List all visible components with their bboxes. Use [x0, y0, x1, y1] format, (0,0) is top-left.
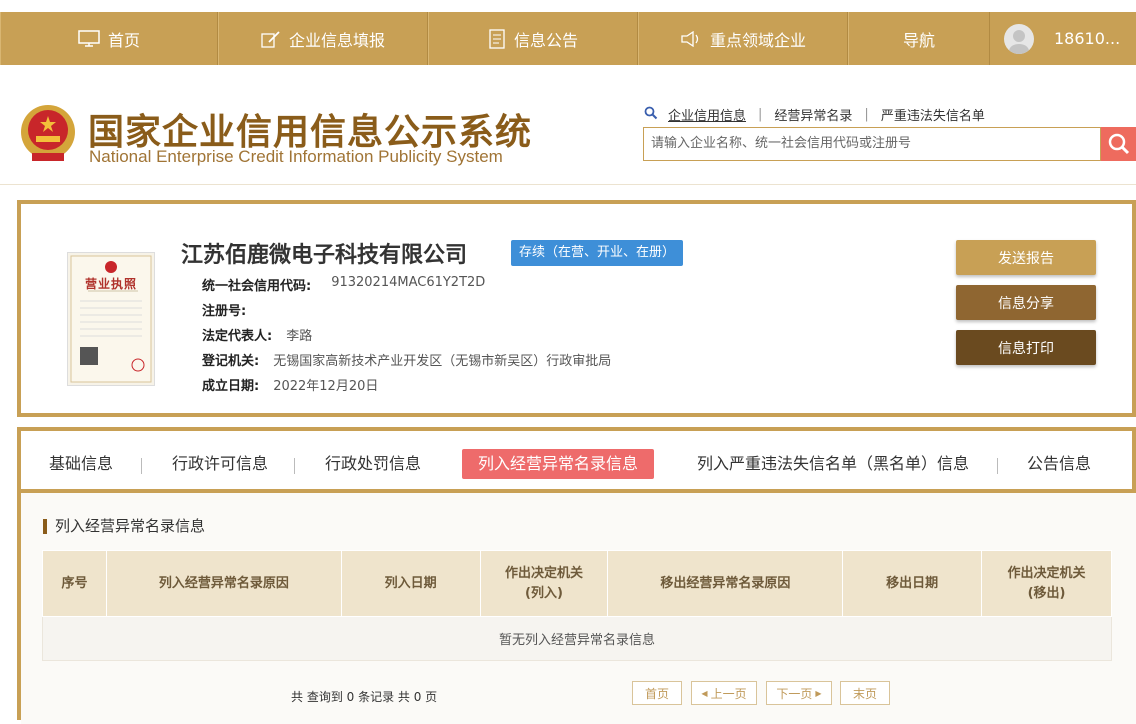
nav-enterprise-report-label: 企业信息填报 — [288, 30, 385, 50]
empty-table-message: 暂无列入经营异常名录信息 — [42, 616, 1112, 661]
abnormal-list-section: 列入经营异常名录信息 序号 列入经营异常名录原因 列入日期 作出决定机关 (列入… — [21, 493, 1136, 724]
field-value: 无锡国家高新技术产业开发区（无锡市新吴区）行政审批局 — [273, 354, 612, 369]
divider — [997, 458, 998, 474]
tab-admin-license[interactable]: 行政许可信息 — [172, 449, 268, 479]
tab-announcements[interactable]: 公告信息 — [1027, 449, 1091, 479]
col-header-remove-reason: 移出经营异常名录原因 — [607, 550, 844, 617]
field-label: 注册号: — [202, 304, 247, 319]
info-tabs-panel: 基础信息 行政许可信息 行政处罚信息 列入经营异常名录信息 列入严重违法失信名单… — [17, 427, 1136, 724]
company-card: 营业执照 江苏佰鹿微电子科技有限公司 存续（在营、开业、在册） 统一社会信用代码… — [17, 200, 1136, 417]
main-nav: 首页 企业信息填报 信息公告 重点领域企业 导航 18610... — [0, 12, 1136, 65]
license-label: 营业执照 — [84, 277, 137, 291]
col-header-index: 序号 — [42, 550, 107, 617]
business-license-image[interactable]: 营业执照 — [67, 252, 155, 386]
info-row-established-date: 成立日期: 2022年12月20日 — [202, 375, 378, 394]
field-value: 2022年12月20日 — [273, 379, 379, 394]
table-row: 暂无列入经营异常名录信息 — [42, 616, 1112, 661]
divider: | — [758, 107, 763, 122]
tab-admin-penalty[interactable]: 行政处罚信息 — [325, 449, 421, 479]
field-label: 法定代表人: — [202, 329, 273, 344]
search-icon — [1108, 133, 1129, 155]
tab-abnormal-list[interactable]: 列入经营异常名录信息 — [462, 449, 655, 479]
divider: | — [864, 107, 869, 122]
share-info-button[interactable]: 信息分享 — [956, 285, 1096, 320]
prev-page-button[interactable]: ◀ 上一页 — [691, 681, 757, 705]
col-header-remove-date: 移出日期 — [842, 550, 983, 617]
pagination-summary: 共 查询到 0 条记录 共 0 页 — [291, 690, 438, 704]
monitor-icon — [78, 29, 100, 48]
nav-key-enterprises[interactable]: 重点领域企业 — [638, 12, 848, 65]
nav-home[interactable]: 首页 — [0, 12, 218, 65]
col-header-list-authority: 作出决定机关 (列入) — [479, 550, 609, 617]
print-info-button[interactable]: 信息打印 — [956, 330, 1096, 365]
last-page-button[interactable]: 末页 — [840, 681, 890, 705]
tab-basic-info[interactable]: 基础信息 — [49, 449, 113, 479]
nav-navigation[interactable]: 导航 — [848, 12, 990, 65]
field-label: 统一社会信用代码: — [202, 279, 312, 294]
status-badge: 存续（在营、开业、在册） — [511, 240, 684, 266]
chevron-right-icon: ▶ — [815, 688, 822, 698]
field-value: 李路 — [286, 329, 313, 344]
national-emblem-icon — [18, 103, 78, 165]
col-header-list-date: 列入日期 — [340, 550, 481, 617]
bookmark-strip — [0, 0, 1136, 12]
field-label: 成立日期: — [202, 379, 260, 394]
edit-icon — [261, 30, 281, 48]
table-header-row: 序号 列入经营异常名录原因 列入日期 作出决定机关 (列入) 移出经营异常名录原… — [42, 550, 1112, 617]
nav-enterprise-report[interactable]: 企业信息填报 — [218, 12, 428, 65]
prev-page-label: 上一页 — [710, 686, 747, 701]
info-row-legal-rep: 法定代表人: 李路 — [202, 325, 312, 344]
divider — [294, 458, 295, 474]
next-page-button[interactable]: 下一页 ▶ — [766, 681, 832, 705]
speaker-icon — [680, 30, 702, 47]
section-title: 列入经营异常名录信息 — [43, 519, 205, 534]
nav-home-label: 首页 — [107, 30, 140, 50]
info-row-registration-authority: 登记机关: 无锡国家高新技术产业开发区（无锡市新吴区）行政审批局 — [202, 350, 611, 369]
nav-announcement-label: 信息公告 — [513, 30, 578, 50]
nav-announcement[interactable]: 信息公告 — [428, 12, 638, 65]
company-name: 江苏佰鹿微电子科技有限公司 — [181, 243, 468, 268]
info-row-reg-number: 注册号: — [202, 300, 260, 319]
search-input[interactable]: 请输入企业名称、统一社会信用代码或注册号 — [643, 127, 1101, 161]
nav-key-enterprises-label: 重点领域企业 — [709, 30, 806, 50]
col-header-remove-authority: 作出决定机关 (移出) — [981, 550, 1112, 617]
next-page-label: 下一页 — [776, 686, 813, 701]
document-icon — [488, 28, 506, 49]
search-link-credit-info[interactable]: 企业信用信息 — [668, 105, 746, 124]
search-button[interactable] — [1101, 127, 1136, 161]
nav-navigation-label: 导航 — [902, 30, 935, 50]
field-value: 91320214MAC61Y2T2D — [331, 275, 486, 290]
abnormal-list-table: 序号 列入经营异常名录原因 列入日期 作出决定机关 (列入) 移出经营异常名录原… — [42, 550, 1112, 661]
field-label: 登记机关: — [202, 354, 260, 369]
first-page-button[interactable]: 首页 — [632, 681, 682, 705]
site-subtitle: National Enterprise Credit Information P… — [89, 147, 503, 166]
site-header: 国家企业信用信息公示系统 National Enterprise Credit … — [0, 65, 1136, 185]
search-icon — [644, 106, 658, 124]
search-link-abnormal-list[interactable]: 经营异常名录 — [774, 105, 852, 124]
search-link-blacklist[interactable]: 严重违法失信名单 — [881, 105, 985, 124]
search-type-links: 企业信用信息 | 经营异常名录 | 严重违法失信名单 — [644, 105, 985, 124]
tab-blacklist[interactable]: 列入严重违法失信名单（黑名单）信息 — [697, 449, 969, 479]
chevron-left-icon: ◀ — [701, 688, 708, 698]
user-menu[interactable]: 18610... — [990, 12, 1136, 65]
info-row-credit-code: 统一社会信用代码: 91320214MAC61Y2T2D — [202, 275, 485, 294]
tab-bar: 基础信息 行政许可信息 行政处罚信息 列入经营异常名录信息 列入严重违法失信名单… — [21, 431, 1136, 493]
send-report-button[interactable]: 发送报告 — [956, 240, 1096, 275]
avatar — [1004, 23, 1034, 54]
col-header-list-reason: 列入经营异常名录原因 — [105, 550, 342, 617]
divider — [141, 458, 142, 474]
user-name: 18610... — [1054, 29, 1121, 48]
